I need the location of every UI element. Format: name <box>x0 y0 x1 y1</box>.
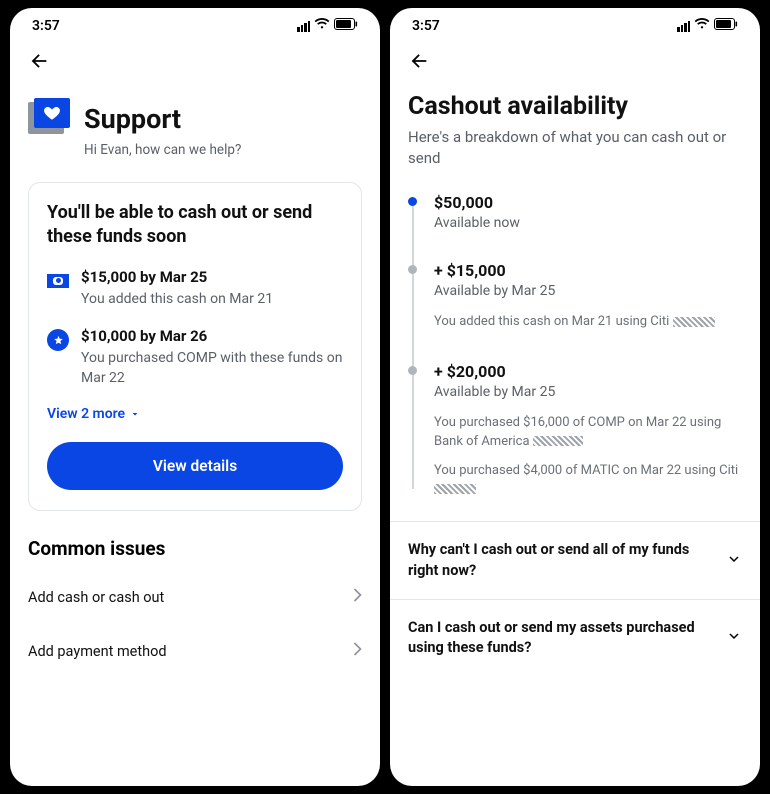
faq-question: Why can't I cash out or send all of my f… <box>408 540 716 581</box>
signal-icon <box>677 21 690 32</box>
battery-icon <box>714 18 738 34</box>
fund-desc: You added this cash on Mar 21 <box>81 290 273 310</box>
fund-amount: $15,000 by Mar 25 <box>81 268 273 286</box>
timeline-item: + $20,000 Available by Mar 25 You purcha… <box>434 362 742 499</box>
timeline-availability: Available by Mar 25 <box>434 283 742 299</box>
issue-row-add-cash[interactable]: Add cash or cash out <box>28 570 362 624</box>
timeline-dot <box>408 265 417 274</box>
faq-row[interactable]: Why can't I cash out or send all of my f… <box>390 522 760 600</box>
support-screen: 3:57 <box>10 8 380 786</box>
chevron-down-icon <box>129 408 141 420</box>
view-more-label: View 2 more <box>47 406 125 422</box>
issue-label: Add payment method <box>28 643 167 660</box>
fund-desc: You purchased COMP with these funds on M… <box>81 349 343 388</box>
timeline-amount: $50,000 <box>434 193 742 212</box>
timeline-item: $50,000 Available now <box>434 193 742 231</box>
timeline-availability: Available now <box>434 215 742 231</box>
nav-bar <box>10 44 380 78</box>
fund-item: $15,000 by Mar 25 You added this cash on… <box>47 268 343 310</box>
page-title: Cashout availability <box>408 92 742 121</box>
timeline-amount: + $15,000 <box>434 261 742 280</box>
timeline-dot <box>408 366 417 375</box>
fund-amount: $10,000 by Mar 26 <box>81 327 343 345</box>
redacted-account <box>673 317 715 327</box>
chevron-down-icon <box>726 551 742 571</box>
chevron-right-icon <box>353 588 362 606</box>
status-bar: 3:57 <box>10 8 380 44</box>
cash-icon <box>47 270 69 292</box>
back-button[interactable] <box>28 50 50 72</box>
timeline-detail: You purchased $4,000 of MATIC on Mar 22 … <box>434 462 742 500</box>
page-title: Support <box>84 103 181 135</box>
page-subtitle: Here's a breakdown of what you can cash … <box>408 127 742 169</box>
timeline-dot-active <box>408 197 417 206</box>
timeline-availability: Available by Mar 25 <box>434 384 742 400</box>
timeline-amount: + $20,000 <box>434 362 742 381</box>
timeline-item: + $15,000 Available by Mar 25 You added … <box>434 261 742 332</box>
timeline-detail: You added this cash on Mar 21 using Citi <box>434 313 742 332</box>
issue-row-add-payment[interactable]: Add payment method <box>28 624 362 678</box>
wifi-icon <box>314 18 330 34</box>
nav-bar <box>390 44 760 78</box>
battery-icon <box>334 18 358 34</box>
page-subtitle: Hi Evan, how can we help? <box>84 142 362 158</box>
support-heart-icon <box>28 98 70 140</box>
cashout-card: You'll be able to cash out or send these… <box>28 182 362 511</box>
status-bar: 3:57 <box>390 8 760 44</box>
faq-row[interactable]: Can I cash out or send my assets purchas… <box>390 600 760 677</box>
back-button[interactable] <box>408 50 430 72</box>
fund-item: $10,000 by Mar 26 You purchased COMP wit… <box>47 327 343 388</box>
star-icon <box>47 329 69 351</box>
status-time: 3:57 <box>412 18 440 34</box>
timeline-detail: You purchased $16,000 of COMP on Mar 22 … <box>434 414 742 452</box>
chevron-down-icon <box>726 628 742 648</box>
status-icons <box>297 18 358 34</box>
faq-section: Why can't I cash out or send all of my f… <box>390 521 760 676</box>
signal-icon <box>297 21 310 32</box>
issue-label: Add cash or cash out <box>28 589 164 606</box>
wifi-icon <box>694 18 710 34</box>
chevron-right-icon <box>353 642 362 660</box>
faq-question: Can I cash out or send my assets purchas… <box>408 618 716 659</box>
page-header: Support <box>28 98 362 140</box>
redacted-account <box>434 484 476 494</box>
redacted-account <box>533 436 583 446</box>
common-issues-title: Common issues <box>28 537 362 560</box>
status-time: 3:57 <box>32 18 60 34</box>
card-title: You'll be able to cash out or send these… <box>47 201 343 250</box>
view-details-button[interactable]: View details <box>47 442 343 490</box>
status-icons <box>677 18 738 34</box>
timeline: $50,000 Available now + $15,000 Availabl… <box>408 193 742 499</box>
view-more-link[interactable]: View 2 more <box>47 406 343 422</box>
cashout-screen: 3:57 Cashout availability Here's a break… <box>390 8 760 786</box>
